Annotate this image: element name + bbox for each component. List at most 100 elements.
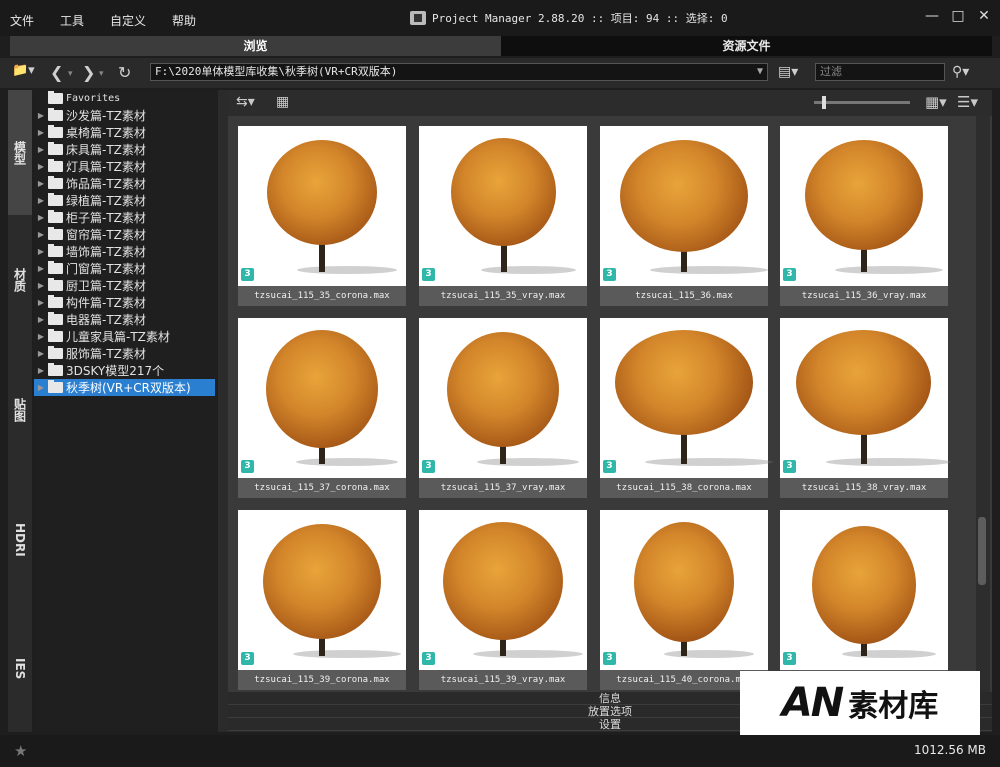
back-icon[interactable]: ❮	[50, 63, 63, 82]
tree-item[interactable]: ▶ 灯具篇-TZ素材	[34, 158, 146, 175]
sidetab-ies[interactable]: IES	[8, 605, 32, 732]
expand-arrow-icon[interactable]: ▶	[34, 264, 48, 273]
tree-item[interactable]: ▶ 电器篇-TZ素材	[34, 311, 146, 328]
file-card[interactable]: 3 tzsucai_115_38_vray.max	[780, 318, 951, 498]
file-thumbnail[interactable]: 3	[600, 126, 768, 286]
forward-icon[interactable]: ❯	[82, 63, 95, 82]
sort-icon[interactable]: ☰▾	[957, 93, 978, 111]
file-card[interactable]: 3 tzsucai_115_35_vray.max	[419, 126, 587, 306]
expand-arrow-icon[interactable]: ▶	[34, 247, 48, 256]
autumn-tree-image	[634, 522, 734, 642]
tab-browse[interactable]: 浏览	[10, 36, 501, 56]
autumn-tree-image	[443, 522, 563, 640]
sidetab-hdri[interactable]: HDRI	[8, 475, 32, 605]
menu-customize[interactable]: 自定义	[106, 10, 150, 31]
tree-item[interactable]: ▶ 服饰篇-TZ素材	[34, 345, 146, 362]
file-card[interactable]: 3 tzsucai_115_35_corona.max	[238, 126, 406, 306]
menu-help[interactable]: 帮助	[168, 10, 200, 31]
panel-splitter[interactable]	[218, 90, 228, 732]
close-icon[interactable]: ✕	[976, 8, 992, 24]
zoom-slider-handle[interactable]	[822, 96, 826, 109]
view-options-icon[interactable]: ▤▾	[778, 64, 798, 80]
file-thumbnail[interactable]: 3	[238, 318, 406, 478]
expand-arrow-icon[interactable]: ▶	[34, 349, 48, 358]
file-card[interactable]: 3	[780, 510, 948, 690]
expand-arrow-icon[interactable]: ▶	[34, 162, 48, 171]
file-thumbnail[interactable]: 3	[780, 126, 948, 286]
expand-arrow-icon[interactable]: ▶	[34, 383, 48, 392]
sidetab-models[interactable]: 模型	[8, 90, 32, 215]
maximize-icon[interactable]: □	[950, 8, 966, 24]
tree-item[interactable]: ▶ 墙饰篇-TZ素材	[34, 243, 146, 260]
expand-arrow-icon[interactable]: ▶	[34, 281, 48, 290]
expand-arrow-icon[interactable]: ▶	[34, 179, 48, 188]
forward-dropdown-icon[interactable]: ▾	[99, 69, 104, 79]
tree-item[interactable]: ▶ 构件篇-TZ素材	[34, 294, 146, 311]
file-thumbnail[interactable]: 3	[419, 318, 587, 478]
file-card[interactable]: 3 tzsucai_115_37_corona.max	[238, 318, 406, 498]
tree-item[interactable]: ▶ 柜子篇-TZ素材	[34, 209, 146, 226]
star-icon[interactable]: ★	[14, 742, 27, 760]
minimize-icon[interactable]: —	[924, 8, 940, 24]
tree-trunk	[860, 430, 867, 464]
file-card[interactable]: 3 tzsucai_115_39_corona.max	[238, 510, 406, 690]
menu-tools[interactable]: 工具	[56, 10, 88, 31]
package-icon[interactable]: ▦	[276, 94, 289, 110]
tree-item[interactable]: ▶ 窗帘篇-TZ素材	[34, 226, 146, 243]
tree-item[interactable]: ▶ 秋季树(VR+CR双版本)	[34, 379, 215, 396]
file-card[interactable]: 3 tzsucai_115_36.max	[600, 126, 768, 306]
tree-item[interactable]: ▶ 3DSKY模型217个	[34, 362, 164, 379]
tree-item[interactable]: ▶ 儿童家具篇-TZ素材	[34, 328, 170, 345]
back-dropdown-icon[interactable]: ▾	[68, 69, 73, 79]
sidetab-textures[interactable]: 贴图	[8, 345, 32, 475]
grid-view-icon[interactable]: ▦▾	[925, 93, 947, 111]
file-thumbnail[interactable]: 3	[600, 510, 768, 670]
tab-resources[interactable]: 资源文件	[501, 36, 992, 56]
folder-icon	[48, 363, 63, 376]
expand-arrow-icon[interactable]: ▶	[34, 366, 48, 375]
expand-arrow-icon[interactable]: ▶	[34, 298, 48, 307]
path-dropdown-icon[interactable]: ▼	[757, 64, 763, 80]
file-thumbnail[interactable]: 3	[419, 126, 587, 286]
file-thumbnail[interactable]: 3	[238, 126, 406, 286]
file-thumbnail[interactable]: 3	[238, 510, 406, 670]
tree-item[interactable]: ▶ 桌椅篇-TZ素材	[34, 124, 146, 141]
expand-arrow-icon[interactable]: ▶	[34, 145, 48, 154]
expand-arrow-icon[interactable]: ▶	[34, 111, 48, 120]
tree-item[interactable]: ▶ 沙发篇-TZ素材	[34, 107, 146, 124]
file-card[interactable]: 3 tzsucai_115_39_vray.max	[419, 510, 587, 690]
tree-item[interactable]: ▶ 床具篇-TZ素材	[34, 141, 146, 158]
file-name: tzsucai_115_39_corona.max	[254, 675, 390, 685]
expand-arrow-icon[interactable]: ▶	[34, 213, 48, 222]
file-thumbnail[interactable]: 3	[780, 318, 951, 478]
sidetab-materials[interactable]: 材质	[8, 215, 32, 345]
tree-item[interactable]: ▶ 饰品篇-TZ素材	[34, 175, 146, 192]
file-card[interactable]: 3 tzsucai_115_40_corona.max	[600, 510, 768, 690]
scrollbar[interactable]	[976, 116, 990, 692]
menu-file[interactable]: 文件	[6, 10, 38, 31]
file-card[interactable]: 3 tzsucai_115_38_corona.max	[600, 318, 773, 498]
zoom-slider[interactable]	[814, 96, 910, 109]
file-card[interactable]: 3 tzsucai_115_37_vray.max	[419, 318, 587, 498]
scrollbar-thumb[interactable]	[978, 517, 986, 585]
folder-menu-icon[interactable]: 📁▾	[12, 63, 35, 78]
tree-item[interactable]: ▶ 厨卫篇-TZ素材	[34, 277, 146, 294]
tree-item[interactable]: ▶ 绿植篇-TZ素材	[34, 192, 146, 209]
nav-toolbar: 📁▾ ❮ ▾ ❯ ▾ ↻ F:\2020单体模型库收集\秋季树(VR+CR双版本…	[0, 58, 1000, 88]
tree-item[interactable]: ▶ 门窗篇-TZ素材	[34, 260, 146, 277]
path-input[interactable]: F:\2020单体模型库收集\秋季树(VR+CR双版本) ▼	[150, 63, 768, 81]
tree-favorites[interactable]: Favorites	[48, 90, 120, 107]
expand-arrow-icon[interactable]: ▶	[34, 332, 48, 341]
file-thumbnail[interactable]: 3	[600, 318, 773, 478]
expand-arrow-icon[interactable]: ▶	[34, 230, 48, 239]
expand-arrow-icon[interactable]: ▶	[34, 196, 48, 205]
search-icon[interactable]: ⚲▾	[952, 64, 969, 80]
file-thumbnail[interactable]: 3	[780, 510, 948, 670]
file-thumbnail[interactable]: 3	[419, 510, 587, 670]
file-card[interactable]: 3 tzsucai_115_36_vray.max	[780, 126, 948, 306]
expand-arrow-icon[interactable]: ▶	[34, 315, 48, 324]
sync-icon[interactable]: ⇆▾	[236, 94, 255, 110]
refresh-icon[interactable]: ↻	[118, 63, 131, 82]
filter-input[interactable]: 过滤	[815, 63, 945, 81]
expand-arrow-icon[interactable]: ▶	[34, 128, 48, 137]
